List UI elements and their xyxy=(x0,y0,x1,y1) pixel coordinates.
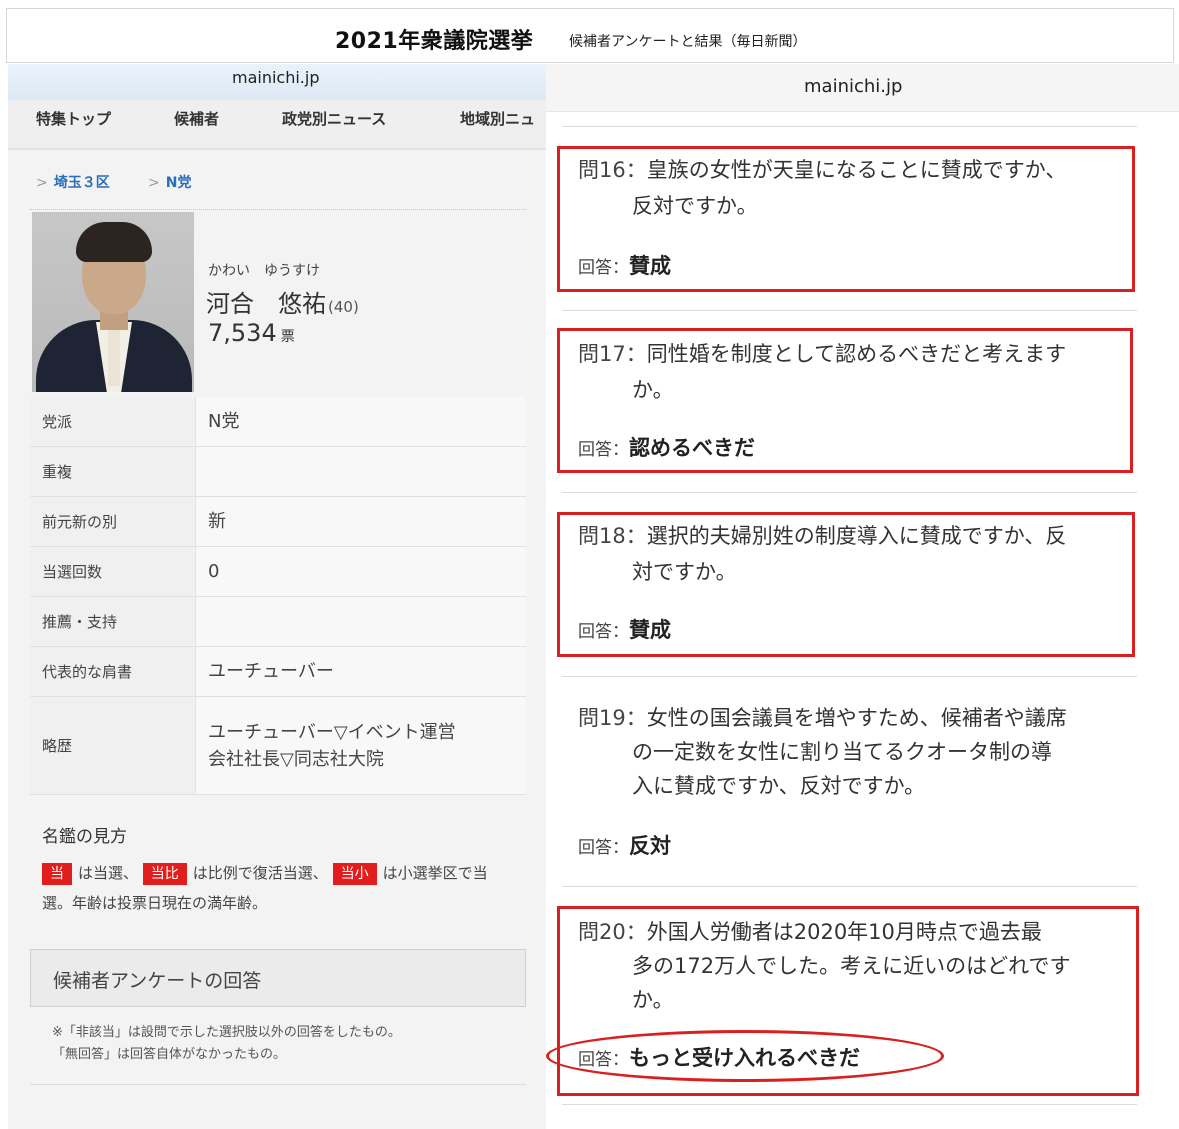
info-row: 当選回数 0 xyxy=(30,547,526,597)
nav-item-top[interactable]: 特集トップ xyxy=(36,108,111,129)
legend-box: 名鑑の見方 当は当選、 当比 は比例で復活当選、 当小 は小選挙区で当選。年齢は投票… xyxy=(30,814,526,934)
question-text: 問19：女性の国会議員を増やすため、候補者や議席 xyxy=(578,706,1067,730)
highlight-box xyxy=(557,512,1135,657)
chevron-right-icon: > xyxy=(148,175,160,191)
chevron-right-icon: > xyxy=(36,175,48,191)
right-domain-label[interactable]: mainichi.jp xyxy=(804,76,902,97)
left-domain-label[interactable]: mainichi.jp xyxy=(232,68,320,87)
info-row: 略歴 ユーチューバー▽イベント運営 会社社長▽同志社大院 xyxy=(30,697,526,795)
divider xyxy=(562,886,1137,887)
banner-title: 2021年衆議院選挙 xyxy=(335,29,534,54)
survey-note: ※「非該当」は設問で示した選択肢以外の回答をしたもの。 「無回答」は回答自体がな… xyxy=(52,1025,401,1062)
highlight-box xyxy=(557,328,1133,473)
info-row: 推薦・支持 xyxy=(30,597,526,647)
divider xyxy=(30,1084,526,1085)
info-row: 党派 N党 xyxy=(30,397,526,447)
candidate-photo xyxy=(32,212,194,392)
info-value xyxy=(196,597,526,646)
question-text-cont: 入に賛成ですか、反対ですか。 xyxy=(632,774,926,798)
breadcrumb-district[interactable]: > 埼玉３区 xyxy=(36,172,110,192)
info-label: 党派 xyxy=(30,397,196,446)
votes-unit: 票 xyxy=(280,329,295,345)
info-value: 新 xyxy=(196,497,526,546)
info-label: 重複 xyxy=(30,447,196,496)
left-nav: 特集トップ 候補者 政党別ニュース 地域別ニュ xyxy=(8,100,546,150)
divider xyxy=(562,492,1137,493)
right-panel: mainichi.jp 問16：皇族の女性が天皇になることに賛成ですか、 反対で… xyxy=(546,64,1179,1129)
breadcrumb-party[interactable]: > N党 xyxy=(148,172,191,192)
candidate-votes: 7,534 票 xyxy=(208,319,295,347)
survey-heading-box: 候補者アンケートの回答 xyxy=(30,949,526,1007)
divider xyxy=(562,676,1137,677)
badge-elected-district: 当小 xyxy=(332,863,377,885)
highlight-ellipse xyxy=(546,1030,944,1082)
info-row: 代表的な肩書 ユーチューバー xyxy=(30,647,526,697)
divider xyxy=(562,310,1137,311)
nav-item-party-news[interactable]: 政党別ニュース xyxy=(282,108,386,129)
badge-elected: 当 xyxy=(42,863,72,885)
info-row: 前元新の別 新 xyxy=(30,497,526,547)
survey-heading: 候補者アンケートの回答 xyxy=(53,970,262,992)
divider xyxy=(562,1104,1137,1105)
question-text-cont: の一定数を女性に割り当てるクオータ制の導 xyxy=(632,740,1052,764)
legend-title: 名鑑の見方 xyxy=(42,827,127,847)
info-value: ユーチューバー▽イベント運営 会社社長▽同志社大院 xyxy=(196,697,526,794)
question-answer: 回答：反対 xyxy=(578,834,671,858)
nav-item-candidates[interactable]: 候補者 xyxy=(174,108,219,129)
banner: 2021年衆議院選挙 候補者アンケートと結果（毎日新聞） xyxy=(6,8,1174,63)
info-value: ユーチューバー xyxy=(196,647,526,696)
legend-text: 当は当選、 当比 は比例で復活当選、 当小 は小選挙区で当選。年齢は投票日現在の満年… xyxy=(42,863,488,912)
candidate-age: (40) xyxy=(328,298,359,316)
left-panel: mainichi.jp 特集トップ 候補者 政党別ニュース 地域別ニュ > 埼玉３… xyxy=(8,64,546,1129)
info-label: 前元新の別 xyxy=(30,497,196,546)
info-value xyxy=(196,447,526,496)
candidate-kana: かわい ゆうすけ xyxy=(208,263,320,279)
candidate-name: 河合 悠祐 (40) xyxy=(206,290,359,318)
info-label: 代表的な肩書 xyxy=(30,647,196,696)
highlight-box xyxy=(557,146,1135,292)
info-label: 当選回数 xyxy=(30,547,196,596)
info-row: 重複 xyxy=(30,447,526,497)
banner-subtitle: 候補者アンケートと結果（毎日新聞） xyxy=(569,34,807,50)
badge-elected-pr: 当比 xyxy=(142,863,187,885)
info-label: 推薦・支持 xyxy=(30,597,196,646)
left-domain-bar: mainichi.jp xyxy=(8,64,546,100)
info-value: 0 xyxy=(196,547,526,596)
nav-item-regional-news[interactable]: 地域別ニュ xyxy=(460,108,535,129)
divider xyxy=(562,126,1137,127)
info-label: 略歴 xyxy=(30,697,196,794)
divider xyxy=(30,209,526,210)
right-domain-bar: mainichi.jp xyxy=(546,64,1179,112)
info-value: N党 xyxy=(196,397,526,446)
